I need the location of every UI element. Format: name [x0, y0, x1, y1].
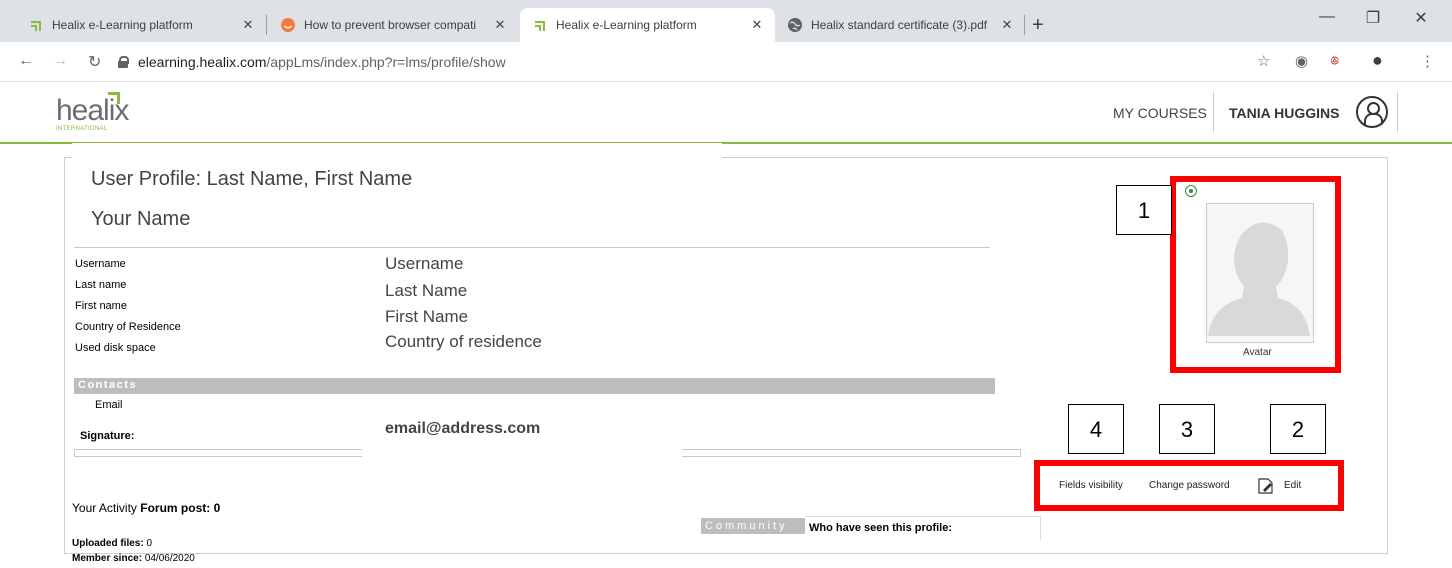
reload-icon[interactable]: ↻ — [88, 52, 101, 72]
signature-label: Signature: — [80, 430, 135, 442]
contacts-section-bar — [74, 378, 995, 394]
member-since: Member since: 04/06/2020 — [72, 553, 195, 564]
browser-tab-3-active[interactable]: Healix e-Learning platform ✕ — [520, 8, 775, 42]
browser-tab-4[interactable]: Healix standard certificate (3).pdf ✕ — [775, 8, 1025, 42]
forward-arrow-icon[interactable]: → — [52, 52, 68, 70]
tab-title: Healix e-Learning platform — [556, 18, 697, 32]
close-icon[interactable]: ✕ — [238, 17, 258, 33]
extension-icon[interactable]: ꔮ — [1330, 54, 1339, 69]
nav-divider — [1213, 92, 1214, 132]
profile-name: Your Name — [91, 208, 191, 230]
orange-smiley-icon — [280, 17, 296, 33]
address-bar[interactable]: elearning.healix.com/appLms/index.php?r=… — [118, 48, 1292, 76]
uploaded-files: Uploaded files: 0 — [72, 538, 152, 549]
member-since-value: 04/06/2020 — [144, 553, 195, 564]
contacts-header: Contacts — [78, 379, 138, 391]
close-icon[interactable]: ✕ — [997, 17, 1017, 33]
email-value[interactable]: email@address.com — [385, 420, 540, 438]
field-value-last-name: Last Name — [385, 281, 468, 300]
uploaded-files-value: 0 — [146, 538, 153, 549]
tab-separator — [266, 15, 267, 35]
forum-post-label: Forum post: — [140, 501, 211, 515]
callout-4: 4 — [1068, 404, 1124, 454]
forum-post-value: 0 — [213, 501, 221, 515]
browser-tab-1[interactable]: Healix e-Learning platform ✕ — [16, 8, 266, 42]
highlight-avatar — [1170, 176, 1341, 373]
my-courses-link[interactable]: MY COURSES — [1113, 105, 1207, 121]
url-host: elearning.healix.com — [138, 54, 267, 70]
field-value-country: Country of residence — [385, 332, 542, 351]
member-since-label: Member since: — [72, 553, 143, 564]
tab-title: Healix standard certificate (3).pdf — [811, 18, 988, 32]
healix-icon — [532, 17, 548, 33]
close-window-button[interactable]: ✕ — [1398, 8, 1444, 28]
field-value-first-name: First Name — [385, 307, 469, 326]
callout-3: 3 — [1159, 404, 1215, 454]
browser-toolbar: ← → ↻ elearning.healix.com/appLms/index.… — [0, 42, 1452, 82]
close-icon[interactable]: ✕ — [747, 17, 767, 33]
profile-icon[interactable]: ● — [1372, 50, 1383, 71]
lock-icon — [118, 56, 129, 68]
who-seen-label: Who have seen this profile: — [809, 522, 953, 534]
menu-icon[interactable]: ⋮ — [1420, 52, 1435, 70]
field-value-username: Username — [385, 254, 464, 273]
field-label-username: Username — [75, 258, 126, 270]
healix-logo-mark-icon — [108, 92, 120, 104]
field-label-country: Country of Residence — [75, 321, 181, 333]
site-header: healix INTERNATIONAL MY COURSES TANIA HU… — [0, 82, 1452, 144]
callout-2: 2 — [1270, 404, 1326, 454]
url-path: /appLms/index.php?r=lms/profile/show — [266, 54, 506, 70]
highlight-actions — [1034, 460, 1344, 511]
uploaded-files-label: Uploaded files: — [72, 538, 144, 549]
email-label: Email — [95, 399, 123, 411]
user-name-link[interactable]: TANIA HUGGINS — [1229, 105, 1339, 121]
activity-summary: Your Activity Forum post: 0 — [72, 501, 220, 515]
activity-label: Your Activity — [72, 501, 137, 515]
nav-divider — [1397, 92, 1398, 132]
new-tab-button[interactable]: + — [1032, 14, 1044, 37]
extension-circle-icon[interactable]: ◉ — [1295, 52, 1308, 70]
divider — [74, 247, 990, 248]
tab-title: How to prevent browser compati — [304, 18, 477, 32]
tab-separator — [1024, 15, 1025, 35]
logo-subtitle: INTERNATIONAL — [56, 126, 108, 132]
globe-icon — [787, 17, 803, 33]
close-icon[interactable]: ✕ — [490, 17, 510, 33]
page-title: User Profile: Last Name, First Name — [91, 168, 413, 190]
field-label-last-name: Last name — [75, 279, 127, 291]
restore-button[interactable]: ❐ — [1350, 8, 1396, 28]
star-icon[interactable]: ☆ — [1257, 52, 1270, 70]
back-arrow-icon[interactable]: ← — [18, 52, 34, 70]
browser-tabstrip: Healix e-Learning platform ✕ How to prev… — [0, 0, 1452, 42]
callout-1: 1 — [1116, 185, 1172, 235]
field-label-disk-space: Used disk space — [75, 342, 156, 354]
healix-icon — [28, 17, 44, 33]
field-label-first-name: First name — [75, 300, 127, 312]
community-header: Community — [701, 518, 805, 534]
user-avatar-icon[interactable] — [1356, 96, 1388, 128]
browser-tab-2[interactable]: How to prevent browser compati ✕ — [268, 8, 518, 42]
minimize-button[interactable]: — — [1304, 8, 1350, 26]
tab-title: Healix e-Learning platform — [52, 18, 193, 32]
